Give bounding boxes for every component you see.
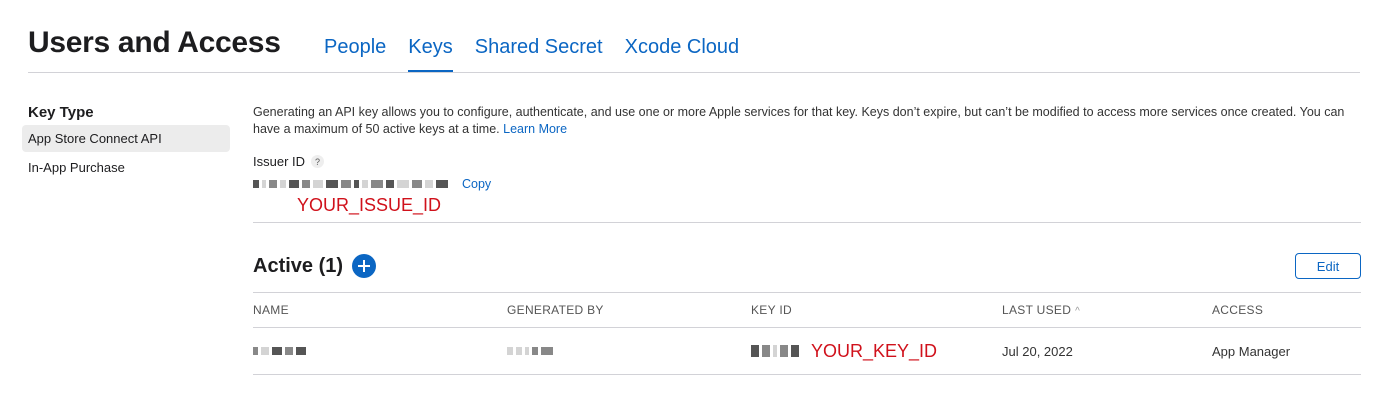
plus-circle-icon[interactable] <box>352 254 377 278</box>
header: Users and Access People Keys Shared Secr… <box>28 22 1360 73</box>
tab-keys[interactable]: Keys <box>408 36 454 72</box>
column-header-generated-by[interactable]: GENERATED BY <box>507 303 751 317</box>
issuer-id-row: Copy <box>253 175 1361 193</box>
active-keys-header: Active (1) Edit <box>253 251 1361 281</box>
learn-more-link[interactable]: Learn More <box>503 122 567 136</box>
tab-xcode-cloud[interactable]: Xcode Cloud <box>625 36 740 71</box>
table-header: NAME GENERATED BY KEY ID LAST USED ^ ACCE… <box>253 293 1361 328</box>
active-keys-title-group: Active (1) <box>253 254 377 278</box>
issuer-id-label: Issuer ID ? <box>253 154 1361 169</box>
column-header-last-used[interactable]: LAST USED ^ <box>1002 303 1212 317</box>
issuer-id-redaction-label: YOUR_ISSUE_ID <box>297 195 442 215</box>
issuer-id-label-text: Issuer ID <box>253 154 306 169</box>
key-id-redacted-value <box>751 345 799 357</box>
active-keys-title: Active (1) <box>253 254 344 277</box>
sidebar-title: Key Type <box>28 104 94 121</box>
tab-bar: People Keys Shared Secret Xcode Cloud <box>324 36 761 72</box>
key-name-redacted <box>253 346 507 356</box>
column-header-name[interactable]: NAME <box>253 303 507 317</box>
last-used-cell: Jul 20, 2022 <box>1002 343 1073 359</box>
description-text: Generating an API key allows you to conf… <box>253 105 1345 136</box>
column-header-last-used-label: LAST USED <box>1002 303 1072 317</box>
keys-table: NAME GENERATED BY KEY ID LAST USED ^ ACCE… <box>253 292 1361 375</box>
chevron-up-icon: ^ <box>1075 306 1081 317</box>
divider <box>253 222 1361 223</box>
column-header-key-id[interactable]: KEY ID <box>751 303 1002 317</box>
sidebar-item-app-store-connect-api[interactable]: App Store Connect API <box>22 125 230 152</box>
edit-button[interactable]: Edit <box>1295 253 1361 279</box>
page-title: Users and Access <box>28 26 281 59</box>
copy-button[interactable]: Copy <box>462 177 491 191</box>
tab-people[interactable]: People <box>324 36 386 71</box>
question-mark-icon[interactable]: ? <box>311 155 325 168</box>
sidebar-item-in-app-purchase[interactable]: In-App Purchase <box>22 154 230 181</box>
access-cell: App Manager <box>1212 343 1291 359</box>
main-content: Generating an API key allows you to conf… <box>253 104 1361 375</box>
table-row[interactable]: YOUR_KEY_ID Jul 20, 2022 App Manager <box>253 328 1361 375</box>
sidebar: Key Type App Store Connect API In-App Pu… <box>22 104 230 183</box>
key-id-redaction-label: YOUR_KEY_ID <box>811 340 938 361</box>
key-id-cell: YOUR_KEY_ID <box>751 341 1002 362</box>
description: Generating an API key allows you to conf… <box>253 104 1361 138</box>
tab-shared-secret[interactable]: Shared Secret <box>475 36 603 71</box>
generated-by-redacted <box>507 346 751 356</box>
issuer-id-redacted-value <box>253 179 448 189</box>
column-header-access[interactable]: ACCESS <box>1212 303 1361 317</box>
